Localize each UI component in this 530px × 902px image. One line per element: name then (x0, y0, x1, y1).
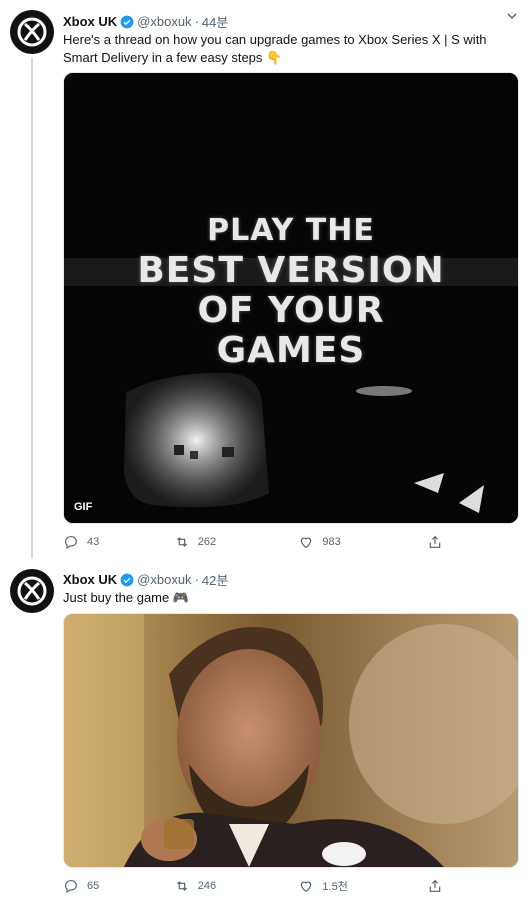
retweet-count: 246 (197, 880, 217, 892)
tweet-text: Here's a thread on how you can upgrade g… (63, 32, 487, 65)
share-icon (429, 879, 441, 892)
share-button[interactable] (427, 878, 443, 894)
verified-badge-icon (120, 573, 134, 586)
like-button[interactable]: 1.5천 (298, 878, 427, 894)
separator: · (194, 572, 199, 587)
chevron-down-icon[interactable] (506, 10, 518, 25)
tweet[interactable]: Xbox UK @xboxuk · 42분 Just buy the game … (0, 560, 530, 902)
promo-line: PLAY THE (207, 213, 375, 248)
tweet-media-gif[interactable] (63, 613, 519, 868)
tweet-header: Xbox UK @xboxuk · 44분 (63, 12, 228, 31)
timestamp[interactable]: 42분 (202, 570, 228, 589)
retweet-icon (176, 537, 187, 547)
share-button[interactable] (427, 534, 443, 550)
tweet-text: Just buy the game 🎮 (63, 590, 190, 605)
like-count: 1.5천 (322, 881, 348, 893)
tweet-actions: 43 262 983 (63, 534, 443, 550)
reply-count: 65 (87, 880, 100, 892)
retweet-icon (176, 881, 187, 891)
timestamp[interactable]: 44분 (202, 12, 228, 31)
like-icon (301, 537, 312, 549)
promo-line: BEST VERSION (137, 250, 445, 291)
tweet-header: Xbox UK @xboxuk · 42분 (63, 570, 228, 589)
like-icon (301, 881, 312, 893)
promo-text: PLAY THE BEST VERSION OF YOUR GAMES (64, 211, 518, 371)
reply-icon (65, 536, 77, 550)
avatar[interactable] (10, 569, 54, 613)
retweet-count: 262 (197, 536, 217, 548)
avatar[interactable] (10, 10, 54, 54)
promo-line: GAMES (216, 330, 366, 371)
gif-frame (64, 614, 518, 867)
author-handle[interactable]: @xboxuk (137, 572, 191, 587)
promo-line: OF YOUR (197, 290, 385, 331)
retweet-button[interactable]: 262 (174, 534, 299, 550)
share-icon (429, 535, 441, 548)
tweet-actions: 65 246 1.5천 (63, 878, 443, 894)
reply-icon (65, 880, 77, 894)
separator: · (194, 14, 199, 29)
author-handle[interactable]: @xboxuk (137, 14, 191, 29)
xbox-logo-icon (17, 576, 47, 606)
reply-button[interactable]: 65 (63, 878, 174, 894)
verified-badge-icon (120, 15, 134, 28)
like-count: 983 (322, 536, 341, 548)
reply-button[interactable]: 43 (63, 534, 174, 550)
xbox-logo-icon (17, 17, 47, 47)
gif-badge: GIF (74, 501, 93, 513)
author-name[interactable]: Xbox UK (63, 572, 117, 587)
author-name[interactable]: Xbox UK (63, 14, 117, 29)
tweet[interactable]: Xbox UK @xboxuk · 44분 Here's a thread on… (0, 0, 530, 560)
like-button[interactable]: 983 (298, 534, 427, 550)
retweet-button[interactable]: 246 (174, 878, 299, 894)
tweet-media-gif[interactable]: PLAY THE BEST VERSION OF YOUR GAMES GIF (63, 72, 519, 524)
reply-count: 43 (87, 536, 100, 548)
thread-line (31, 58, 33, 558)
